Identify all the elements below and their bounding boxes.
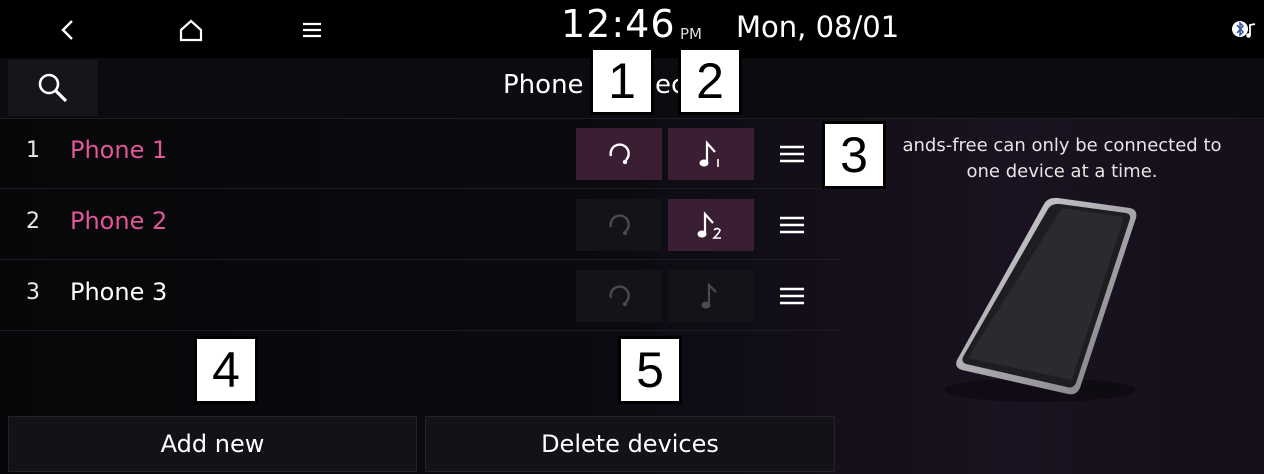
home-icon (179, 19, 203, 42)
device-name: Phone 1 (70, 136, 168, 164)
handsfree-button[interactable] (576, 270, 662, 322)
menu-icon (780, 216, 804, 234)
smartphone-illustration-icon (945, 197, 1137, 402)
device-index: 3 (26, 280, 40, 305)
audio-streaming-button[interactable] (668, 128, 754, 180)
device-menu-button[interactable] (770, 128, 814, 180)
audio-streaming-button[interactable] (668, 199, 754, 251)
handsfree-button[interactable] (576, 199, 662, 251)
menu-icon (780, 145, 804, 163)
headset-icon (609, 214, 630, 236)
device-menu-button[interactable] (770, 199, 814, 251)
callout-2: 2 (678, 47, 742, 115)
menu-button[interactable] (292, 10, 332, 50)
music-note-1-icon (699, 140, 719, 167)
info-line-2: one device at a time. (966, 161, 1158, 182)
search-icon (38, 73, 68, 103)
callout-1: 1 (590, 47, 654, 115)
device-row-2[interactable]: 2 Phone 2 (0, 189, 842, 260)
device-index: 1 (26, 138, 40, 163)
device-menu-button[interactable] (770, 270, 814, 322)
headset-icon (609, 285, 630, 307)
device-name: Phone 3 (70, 278, 168, 306)
menu-icon (303, 22, 321, 38)
add-new-button[interactable]: Add new (8, 416, 417, 472)
handsfree-button[interactable] (576, 128, 662, 180)
bluetooth-audio-icon (1228, 15, 1258, 43)
clock-time: 12:46 (561, 2, 676, 46)
device-index: 2 (26, 209, 40, 234)
info-line-1: ands-free can only be connected to (902, 135, 1222, 156)
music-note-2-icon (697, 211, 721, 239)
callout-3: 3 (822, 121, 886, 189)
home-button[interactable] (171, 10, 211, 50)
info-text: ands-free can only be connected to one d… (862, 133, 1262, 185)
menu-icon (780, 287, 804, 305)
phone-connection-screen: 12:46 PM Mon, 08/01 Phone connection 1 P… (0, 0, 1264, 474)
callout-4: 4 (194, 336, 258, 404)
back-icon (61, 20, 73, 40)
clock-ampm: PM (680, 25, 702, 43)
search-button[interactable] (8, 60, 98, 116)
delete-devices-button[interactable]: Delete devices (425, 416, 835, 472)
headset-icon (609, 143, 630, 165)
status-date: Mon, 08/01 (736, 10, 900, 44)
back-button[interactable] (48, 10, 88, 50)
callout-5: 5 (618, 336, 682, 404)
device-name: Phone 2 (70, 207, 168, 235)
device-row-3[interactable]: 3 Phone 3 (0, 260, 842, 331)
audio-streaming-button[interactable] (668, 270, 754, 322)
device-row-1[interactable]: 1 Phone 1 (0, 118, 842, 189)
music-note-icon (701, 282, 717, 309)
